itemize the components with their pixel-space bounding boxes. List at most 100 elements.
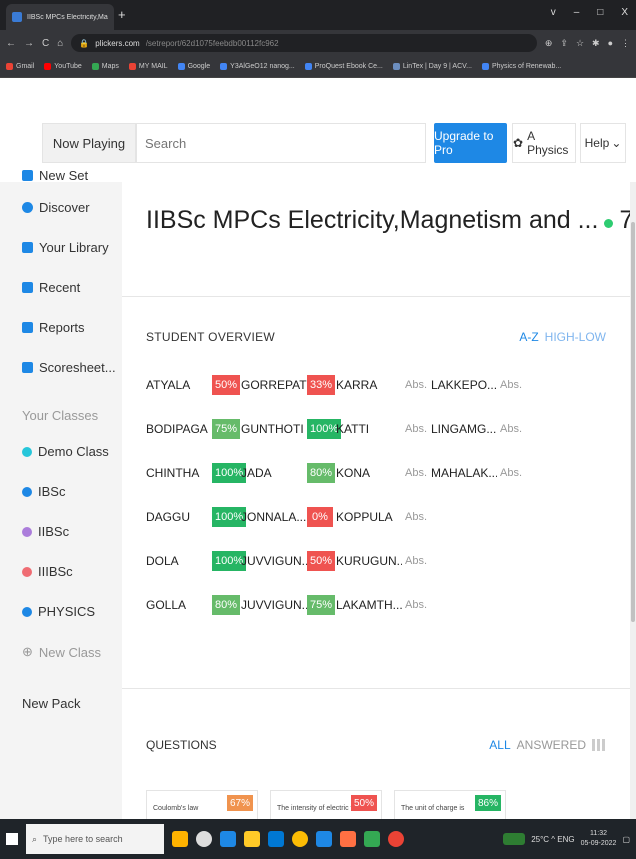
menu-icon[interactable]: ⋮ xyxy=(621,38,630,49)
bookmark-lintex[interactable]: LinTex | Day 9 | ACV... xyxy=(392,63,472,70)
student-cell[interactable]: KOPPULA Abs. xyxy=(336,506,448,528)
reload-icon[interactable]: C xyxy=(42,38,49,49)
taskbar-search[interactable]: ⌕ Type here to search xyxy=(26,824,164,854)
student-cell[interactable]: KURUGUN... Abs. xyxy=(336,550,448,572)
maximize-button[interactable]: □ xyxy=(597,7,603,18)
bookmark-nanog[interactable]: Y3AlGeO12 nanog... xyxy=(220,63,295,70)
class-iiibsc[interactable]: IIIBSc xyxy=(22,564,73,579)
chrome-alt-icon[interactable] xyxy=(388,831,404,847)
chrome-icon[interactable] xyxy=(292,831,308,847)
new-class-label: New Class xyxy=(38,644,102,660)
student-name: GOLLA xyxy=(146,598,187,612)
cortana-icon[interactable] xyxy=(196,831,212,847)
lintex-icon xyxy=(392,63,400,70)
share-icon[interactable]: ⇪ xyxy=(560,38,568,49)
bookmark-gmail[interactable]: Gmail xyxy=(6,63,34,70)
zoom-icon[interactable]: ⊕ xyxy=(545,38,553,49)
sidebar-item-label: Reports xyxy=(39,320,85,335)
sort-high-low-button[interactable]: HIGH-LOW xyxy=(545,330,606,344)
excel-icon[interactable] xyxy=(364,831,380,847)
sidebar-item-recent[interactable]: Recent xyxy=(22,280,80,295)
bookmark-physics[interactable]: Physics of Renewab... xyxy=(482,63,561,70)
windows-start-icon[interactable] xyxy=(6,833,18,845)
question-card[interactable]: The unit of charge is 86% xyxy=(394,790,506,819)
class-ibsc[interactable]: IBSc xyxy=(22,484,65,499)
sidebar-item-label: Recent xyxy=(39,280,81,295)
bookmark-proquest[interactable]: ProQuest Ebook Ce... xyxy=(304,63,383,70)
new-tab-button[interactable]: + xyxy=(118,7,126,22)
clock-time: 11:32 xyxy=(590,830,608,837)
url-field[interactable]: 🔒 plickers.com /setreport/62d1075feebdb0… xyxy=(71,34,537,52)
sort-az-button[interactable]: A-Z xyxy=(519,330,538,344)
filter-answered-button[interactable]: ANSWERED xyxy=(517,738,586,752)
now-playing-button[interactable]: Now Playing xyxy=(42,123,136,163)
class-physics[interactable]: PHYSICS xyxy=(22,604,95,619)
tab-search-icon[interactable]: v xyxy=(551,7,556,18)
class-color-icon xyxy=(22,606,32,617)
plickers-favicon-icon xyxy=(12,12,22,22)
forward-icon[interactable]: → xyxy=(24,38,34,49)
new-pack-button[interactable]: New Pack xyxy=(22,696,81,711)
office-icon[interactable] xyxy=(340,831,356,847)
sidebar-item-discover[interactable]: Discover xyxy=(22,200,90,215)
page-title: IIBSc MPCs Electricity,Magnetism and ... xyxy=(146,206,599,234)
question-percent-badge: 50% xyxy=(350,795,377,811)
question-card[interactable]: The intensity of electric field a... 50% xyxy=(270,790,382,819)
scrollbar-thumb[interactable] xyxy=(631,222,635,622)
upgrade-button[interactable]: Upgrade to Pro xyxy=(434,123,507,163)
student-score-badge: Abs. xyxy=(405,379,428,391)
google-icon xyxy=(220,63,228,70)
new-class-button[interactable]: ⊕ New Class xyxy=(22,644,101,660)
search-input[interactable] xyxy=(145,135,425,151)
taskbar-search-placeholder: Type here to search xyxy=(43,834,123,844)
youtube-icon xyxy=(44,63,52,70)
system-tray: 25°C ^ ENG 11:32 05-09-2022 ▢ xyxy=(503,829,630,849)
edge-icon[interactable] xyxy=(220,831,236,847)
plus-square-icon xyxy=(22,170,33,181)
bookmark-star-icon[interactable]: ☆ xyxy=(576,38,584,49)
question-card[interactable]: Coulomb's law 67% xyxy=(146,790,258,819)
filter-all-button[interactable]: ALL xyxy=(489,738,510,752)
taskbar-app-icon[interactable] xyxy=(172,831,188,847)
minimize-button[interactable]: – xyxy=(574,7,580,18)
student-cell[interactable]: LAKAMTH... Abs. xyxy=(336,594,448,616)
questions-filter: ALL ANSWERED xyxy=(489,738,606,752)
scrollbar[interactable] xyxy=(630,182,636,819)
file-explorer-icon[interactable] xyxy=(244,831,260,847)
sidebar-item-label: Scoresheet... xyxy=(39,360,116,375)
clock[interactable]: 11:32 05-09-2022 xyxy=(581,829,617,849)
browser-tab[interactable]: IIBSc MPCs Electricity,Magnetism × xyxy=(6,4,114,30)
student-name: KONA xyxy=(336,466,371,480)
class-menu-button[interactable]: ✿ A Physics xyxy=(512,123,576,163)
class-iibsc[interactable]: IIBSc xyxy=(22,524,69,539)
mail-app-icon[interactable] xyxy=(316,831,332,847)
sidebar-item-reports[interactable]: Reports xyxy=(22,320,85,335)
student-cell[interactable]: LAKKEPO... Abs. xyxy=(431,374,543,396)
student-score-badge: Abs. xyxy=(500,423,523,435)
gear-icon: ✿ xyxy=(513,136,524,150)
bookmark-maps[interactable]: Maps xyxy=(91,63,119,70)
store-icon[interactable] xyxy=(268,831,284,847)
grid-view-icon[interactable] xyxy=(592,739,606,751)
help-label: Help xyxy=(584,136,610,150)
sidebar-item-scoresheet[interactable]: Scoresheet... xyxy=(22,360,116,375)
student-cell[interactable]: LINGAMG... Abs. xyxy=(431,418,543,440)
class-demo[interactable]: Demo Class xyxy=(22,444,109,459)
sidebar-item-library[interactable]: Your Library xyxy=(22,240,109,255)
battery-icon[interactable] xyxy=(503,833,526,845)
tray-text: 25°C ^ ENG xyxy=(531,834,575,844)
bookmark-google[interactable]: Google xyxy=(177,63,210,70)
sidebar-new-set[interactable]: New Set xyxy=(22,168,88,183)
student-cell[interactable]: MAHALAK... Abs. xyxy=(431,462,543,484)
student-name: JONNALA... xyxy=(241,510,307,524)
profile-icon[interactable]: ● xyxy=(608,38,613,49)
bookmark-youtube[interactable]: YouTube xyxy=(44,63,82,70)
bookmark-my-mail[interactable]: MY MAIL xyxy=(128,63,168,70)
extensions-icon[interactable]: ✱ xyxy=(592,38,600,49)
clock-icon xyxy=(22,282,33,293)
home-icon[interactable]: ⌂ xyxy=(57,38,63,49)
close-window-button[interactable]: X xyxy=(621,7,628,18)
help-button[interactable]: Help ⌄ xyxy=(580,123,626,163)
back-icon[interactable]: ← xyxy=(6,38,16,49)
notifications-icon[interactable]: ▢ xyxy=(622,835,630,844)
